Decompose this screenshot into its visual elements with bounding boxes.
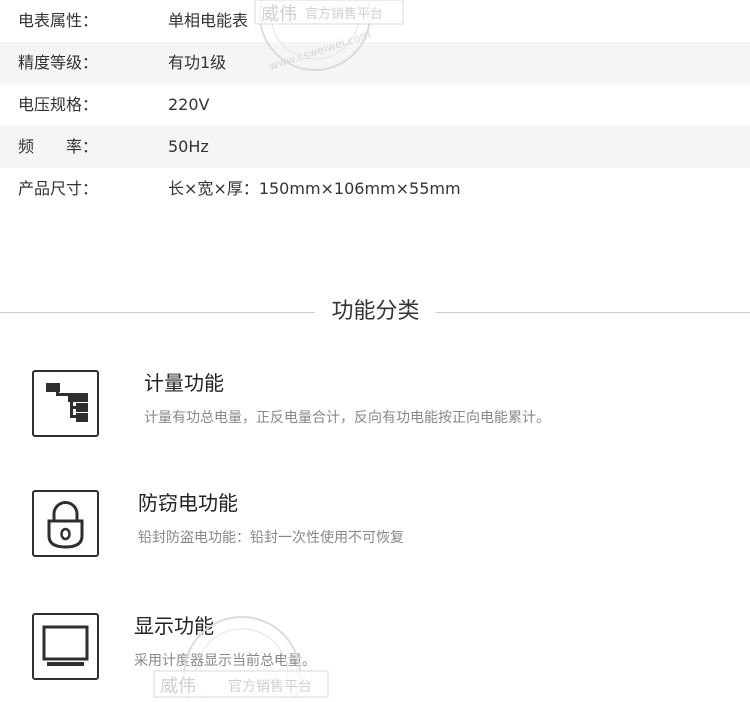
divider-right [436,312,750,313]
spec-key: 电表属性： [18,11,99,30]
section-title: 功能分类 [331,299,420,324]
spec-key: 精度等级： [18,53,99,72]
feature-metering: 计量功能 计量有功总电量，正反电量合计，反向有功电能按正向电能累计。 [0,370,750,450]
spec-row-meter-type: 电表属性： 单相电能表 [0,0,750,42]
spec-value: 有功1级 [168,53,227,72]
spec-value: 单相电能表 [168,11,249,30]
monitor-icon [32,613,99,680]
feature-title: 计量功能 [144,371,224,395]
spec-table: 电表属性： 单相电能表 精度等级： 有功1级 电压规格： 220V 频 率： 5… [0,0,750,210]
spec-value: 220V [168,95,210,114]
feature-desc: 计量有功总电量，正反电量合计，反向有功电能按正向电能累计。 [144,410,550,426]
feature-anti-theft: 防窃电功能 铅封防盗电功能：铅封一次性使用不可恢复 [0,490,750,570]
feature-display: 显示功能 采用计度器显示当前总电量。 [0,613,750,693]
spec-row-voltage: 电压规格： 220V [0,84,750,126]
flowchart-icon [32,370,99,437]
spec-value: 长×宽×厚：150mm×106mm×55mm [168,179,461,198]
spec-value: 50Hz [168,137,209,156]
spec-key: 产品尺寸： [18,179,99,198]
spec-key: 频 率： [18,137,99,156]
spec-row-accuracy: 精度等级： 有功1级 [0,42,750,84]
spec-row-frequency: 频 率： 50Hz [0,126,750,168]
feature-desc: 采用计度器显示当前总电量。 [134,653,316,669]
feature-desc: 铅封防盗电功能：铅封一次性使用不可恢复 [138,530,404,546]
divider-left [0,312,315,313]
feature-title: 防窃电功能 [138,491,238,515]
spec-key: 电压规格： [18,95,99,114]
section-header: 功能分类 [0,292,750,332]
feature-title: 显示功能 [134,614,214,638]
padlock-icon [32,490,99,557]
spec-row-size: 产品尺寸： 长×宽×厚：150mm×106mm×55mm [0,168,750,210]
